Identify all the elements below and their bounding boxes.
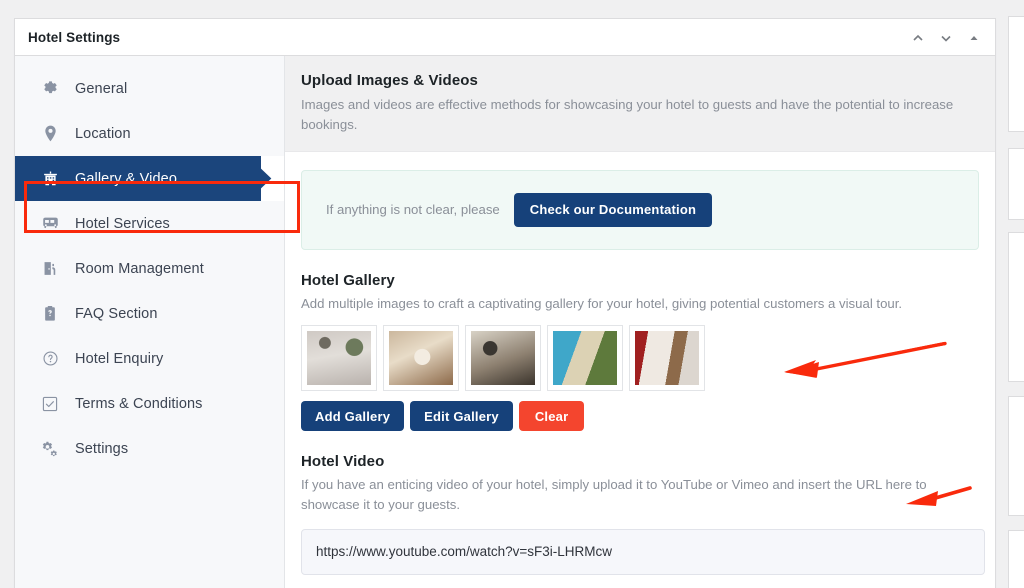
gallery-thumbnail-hallway-red[interactable] bbox=[629, 325, 705, 391]
adjacent-panel-sliver bbox=[1008, 16, 1024, 132]
settings-content-panel: Upload Images & Videos Images and videos… bbox=[285, 56, 995, 588]
edit-gallery-button[interactable]: Edit Gallery bbox=[410, 401, 513, 431]
check-documentation-button[interactable]: Check our Documentation bbox=[514, 193, 712, 227]
sidebar-item-terms-conditions[interactable]: Terms & Conditions bbox=[15, 381, 284, 426]
hotel-video-section: Hotel Video If you have an enticing vide… bbox=[301, 453, 979, 575]
move-up-icon[interactable] bbox=[905, 25, 931, 51]
clear-gallery-button[interactable]: Clear bbox=[519, 401, 585, 431]
sidebar-item-general[interactable]: General bbox=[15, 66, 284, 111]
toggle-panel-icon[interactable] bbox=[961, 25, 987, 51]
map-pin-icon bbox=[39, 125, 61, 142]
active-nav-notch bbox=[261, 156, 284, 201]
adjacent-panel-sliver bbox=[1008, 148, 1024, 220]
sidebar-item-hotel-services[interactable]: Hotel Services bbox=[15, 201, 284, 246]
adjacent-panel-sliver bbox=[1008, 232, 1024, 382]
hotel-settings-metabox: Hotel Settings bbox=[14, 18, 996, 588]
gallery-action-buttons: Add Gallery Edit Gallery Clear bbox=[301, 401, 979, 431]
sidebar-item-hotel-enquiry[interactable]: Hotel Enquiry bbox=[15, 336, 284, 381]
documentation-notice: If anything is not clear, please Check o… bbox=[301, 170, 979, 250]
hotel-gallery-description: Add multiple images to craft a captivati… bbox=[301, 294, 979, 314]
gallery-thumbnail-bedroom-grey[interactable] bbox=[301, 325, 377, 391]
content-heading: Upload Images & Videos bbox=[301, 72, 973, 89]
sidebar-item-faq-section[interactable]: FAQ Section bbox=[15, 291, 284, 336]
add-gallery-button[interactable]: Add Gallery bbox=[301, 401, 404, 431]
content-description: Images and videos are effective methods … bbox=[301, 95, 973, 135]
adjacent-panel-sliver bbox=[1008, 530, 1024, 588]
sidebar-item-label: Hotel Services bbox=[75, 216, 170, 232]
sidebar-item-label: Hotel Enquiry bbox=[75, 351, 163, 367]
hotel-video-heading: Hotel Video bbox=[301, 453, 979, 470]
door-icon bbox=[39, 260, 61, 277]
hotel-gallery-heading: Hotel Gallery bbox=[301, 272, 979, 289]
gallery-thumbnail-dining-dark[interactable] bbox=[465, 325, 541, 391]
sidebar-item-label: FAQ Section bbox=[75, 306, 158, 322]
sidebar-item-label: Gallery & Video bbox=[75, 171, 177, 187]
sidebar-item-settings[interactable]: Settings bbox=[15, 426, 284, 471]
gallery-thumbnail-list bbox=[301, 325, 979, 391]
sidebar-item-location[interactable]: Location bbox=[15, 111, 284, 156]
shuttle-bus-icon bbox=[39, 216, 61, 231]
hotel-video-description: If you have an enticing video of your ho… bbox=[301, 475, 979, 515]
gallery-thumbnail-pool-outdoor[interactable] bbox=[547, 325, 623, 391]
clipboard-question-icon bbox=[39, 305, 61, 322]
screen: Hotel Settings bbox=[0, 0, 1024, 588]
sidebar-item-label: General bbox=[75, 81, 127, 97]
sidebar-item-gallery-video[interactable]: Gallery & Video bbox=[15, 156, 284, 201]
sidebar-item-label: Settings bbox=[75, 441, 128, 457]
move-down-icon[interactable] bbox=[933, 25, 959, 51]
documentation-notice-text: If anything is not clear, please bbox=[326, 202, 500, 217]
hotel-gallery-section: Hotel Gallery Add multiple images to cra… bbox=[301, 272, 979, 432]
settings-sidebar: General Location bbox=[15, 56, 285, 588]
content-inner: If anything is not clear, please Check o… bbox=[285, 152, 995, 575]
adjacent-panel-sliver bbox=[1008, 396, 1024, 516]
question-circle-icon bbox=[39, 350, 61, 367]
gallery-thumbnail-bedroom-beige[interactable] bbox=[383, 325, 459, 391]
building-icon bbox=[39, 170, 61, 187]
content-header: Upload Images & Videos Images and videos… bbox=[285, 56, 995, 152]
gear-icon bbox=[39, 80, 61, 97]
sidebar-item-label: Location bbox=[75, 126, 131, 142]
metabox-body: General Location bbox=[15, 56, 995, 588]
checkbox-icon bbox=[39, 396, 61, 412]
sidebar-item-label: Room Management bbox=[75, 261, 204, 277]
sidebar-item-label: Terms & Conditions bbox=[75, 396, 203, 412]
sidebar-item-room-management[interactable]: Room Management bbox=[15, 246, 284, 291]
metabox-header: Hotel Settings bbox=[15, 19, 995, 56]
metabox-header-controls bbox=[905, 19, 987, 56]
page-title: Hotel Settings bbox=[15, 30, 120, 45]
video-url-input[interactable] bbox=[301, 529, 985, 575]
gears-icon bbox=[39, 440, 61, 458]
